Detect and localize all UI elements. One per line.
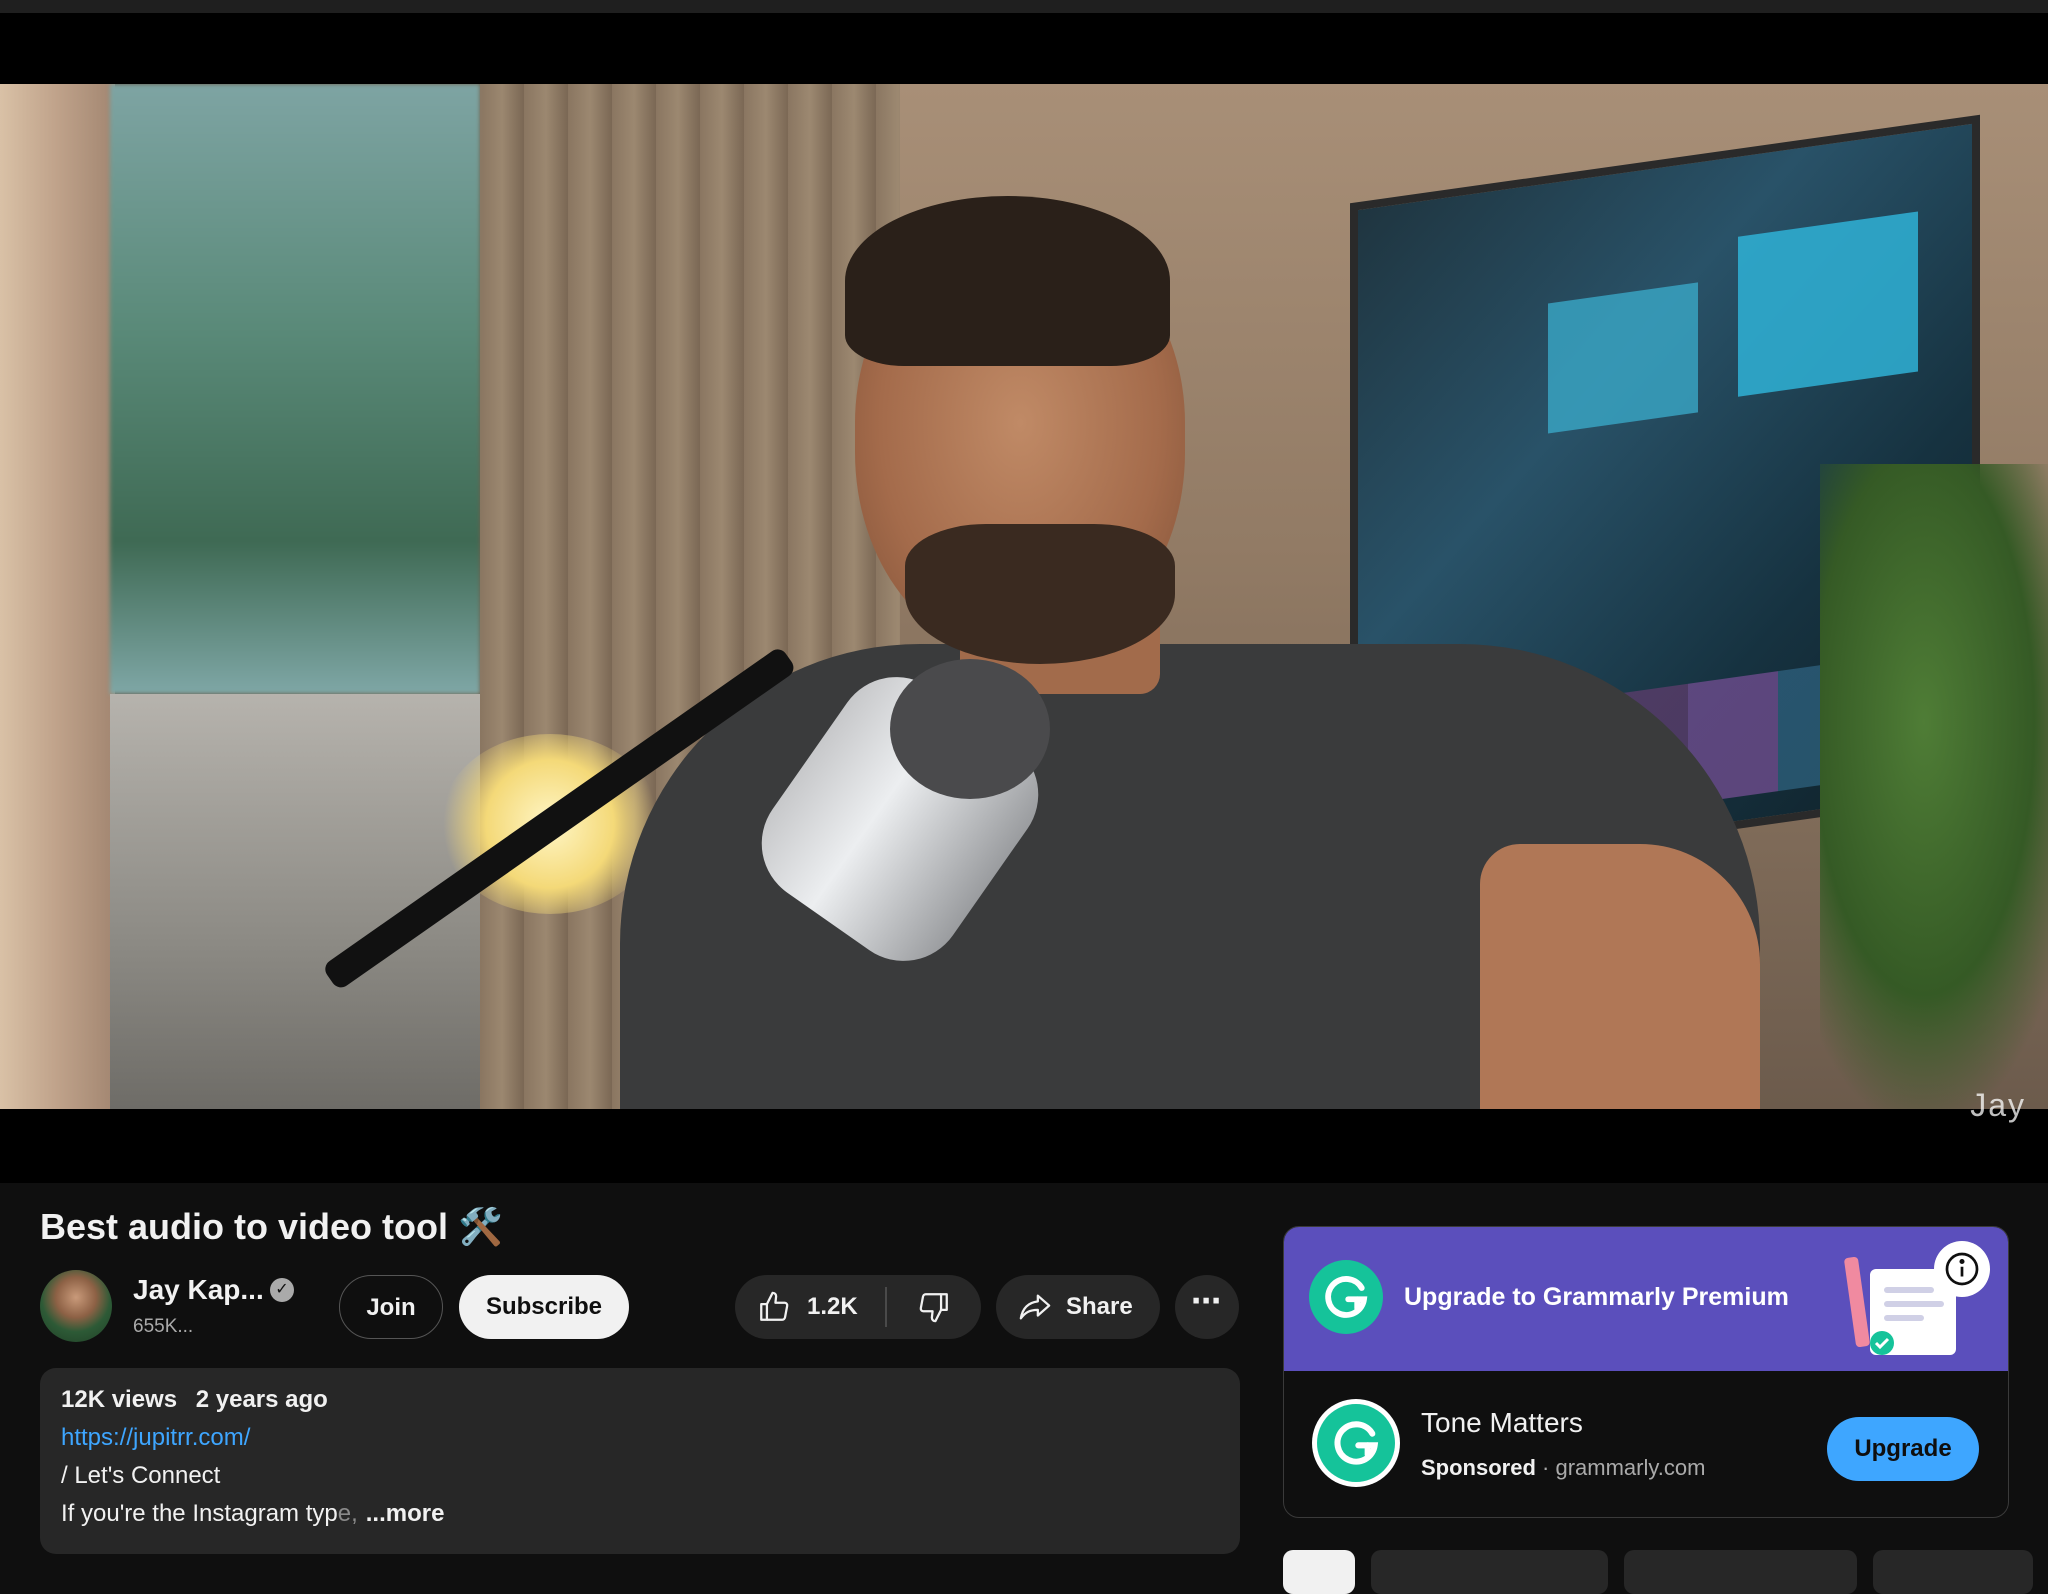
sponsored-label: Sponsored <box>1421 1455 1536 1480</box>
more-horizontal-icon: ⋯ <box>1191 1285 1223 1318</box>
like-button[interactable]: 1.2K <box>735 1275 885 1339</box>
upload-age: 2 years ago <box>195 1386 328 1413</box>
video-watermark: Jay <box>1970 1087 2026 1123</box>
description-line: / Let's Connect <box>61 1462 221 1489</box>
video-scene-person-arm <box>1480 844 1760 1109</box>
view-count: 12K views <box>61 1386 178 1413</box>
filter-chip[interactable] <box>1371 1550 1608 1594</box>
like-dislike-group: 1.2K <box>735 1275 981 1339</box>
subscribe-button[interactable]: Subscribe <box>459 1275 629 1339</box>
grammarly-logo-icon <box>1309 1260 1383 1334</box>
video-title: Best audio to video tool 🛠️ <box>40 1206 503 1247</box>
share-label: Share <box>1066 1293 1133 1320</box>
thumbs-up-icon <box>760 1291 789 1321</box>
ad-banner-text: Upgrade to Grammarly Premium <box>1404 1283 1789 1311</box>
subscriber-count: 655K... <box>133 1316 194 1337</box>
video-scene-tv-tile <box>1738 211 1918 397</box>
video-scene-tv-tile <box>1548 282 1698 434</box>
filter-chip[interactable] <box>1624 1550 1857 1594</box>
description-line: If you're the Instagram type, ...more <box>61 1500 1219 1528</box>
dislike-button[interactable] <box>887 1275 981 1339</box>
description-text: If you're the Instagram typ <box>61 1500 338 1527</box>
video-scene-mic-cap <box>890 659 1050 799</box>
share-button[interactable]: Share <box>996 1275 1160 1339</box>
filter-chip[interactable] <box>1873 1550 2033 1594</box>
like-count: 1.2K <box>807 1293 858 1320</box>
video-scene-person-hair <box>845 196 1170 366</box>
ad-advertiser-logo[interactable] <box>1312 1399 1400 1487</box>
video-scene-person-beard <box>905 524 1175 664</box>
more-actions-button[interactable]: ⋯ <box>1175 1275 1239 1339</box>
video-scene-curtain-left <box>0 84 115 1109</box>
video-frame[interactable] <box>0 84 2048 1109</box>
ad-banner[interactable]: Upgrade to Grammarly Premium <box>1284 1227 2008 1371</box>
top-strip <box>0 0 2048 13</box>
channel-avatar[interactable] <box>40 1270 112 1342</box>
grammarly-logo-icon <box>1317 1404 1395 1482</box>
ad-separator: · <box>1542 1455 1550 1480</box>
filter-chip-active[interactable] <box>1283 1550 1355 1594</box>
join-button[interactable]: Join <box>339 1275 443 1339</box>
ad-meta: Sponsored · grammarly.com <box>1421 1455 1705 1481</box>
ad-info-button[interactable] <box>1934 1241 1990 1297</box>
thumbs-down-icon <box>919 1293 948 1323</box>
video-scene-plant <box>1820 464 2048 1109</box>
description-box[interactable]: 12K views 2 years ago https://jupitrr.co… <box>40 1368 1240 1554</box>
description-text-fade: e, <box>337 1500 358 1527</box>
description-stats: 12K views 2 years ago <box>61 1386 1219 1414</box>
ad-card: Upgrade to Grammarly Premium Tone Matter… <box>1283 1226 2009 1518</box>
video-player[interactable]: Jay <box>0 13 2048 1183</box>
description-link[interactable]: https://jupitrr.com/ <box>61 1424 1219 1452</box>
video-scene-window <box>110 84 480 694</box>
verified-check-icon: ✓ <box>270 1278 294 1302</box>
ad-domain: grammarly.com <box>1555 1455 1706 1480</box>
channel-name[interactable]: Jay Kap... <box>133 1274 264 1306</box>
share-arrow-icon <box>1019 1294 1051 1320</box>
info-icon <box>1945 1252 1979 1286</box>
ad-upgrade-button[interactable]: Upgrade <box>1827 1417 1979 1481</box>
ad-headline[interactable]: Tone Matters <box>1421 1407 1583 1439</box>
description-more-button[interactable]: ...more <box>366 1500 445 1527</box>
